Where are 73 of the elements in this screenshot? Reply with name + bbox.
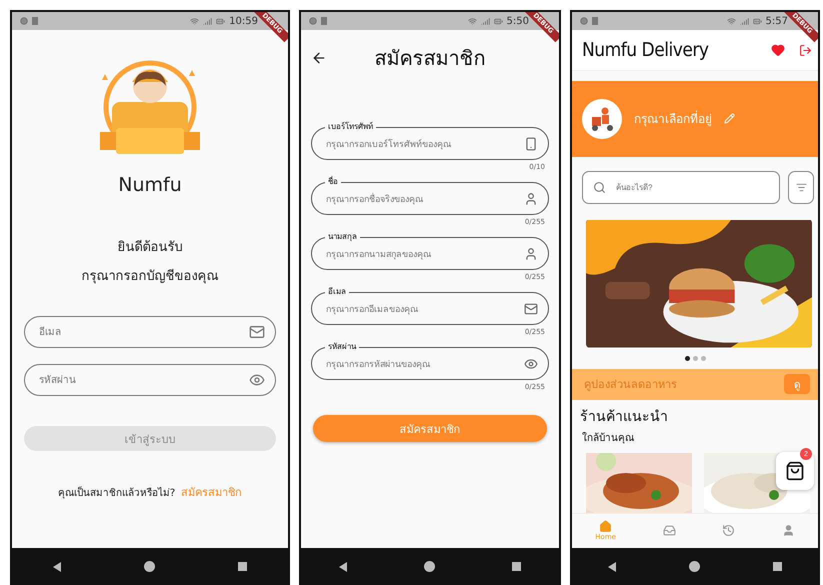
signal-icon	[740, 16, 749, 26]
location-prompt: กรุณาเลือกที่อยู่	[634, 110, 712, 128]
carousel-dot[interactable]	[684, 356, 690, 362]
text-input[interactable]: ค้นอะไรดี?	[614, 182, 769, 193]
nav-item[interactable]	[782, 524, 795, 538]
eye-icon[interactable]	[524, 356, 538, 370]
mail-icon	[249, 324, 265, 340]
text-input[interactable]: กรุณากรอกชื่อจริงของคุณ	[324, 192, 524, 204]
history-icon	[722, 524, 736, 538]
input-field[interactable]: อีเมล	[24, 316, 276, 348]
text-input[interactable]: กรุณากรอกนามสกุลของคุณ	[324, 248, 524, 260]
recents-icon[interactable]	[238, 562, 247, 571]
person-icon	[524, 192, 538, 206]
home-icon[interactable]	[688, 561, 700, 572]
nav-item[interactable]	[662, 524, 676, 538]
sd-card-icon	[592, 17, 598, 25]
signup-link[interactable]: สมัครสมาชิก	[181, 483, 242, 501]
recents-icon[interactable]	[772, 562, 782, 571]
recents-icon[interactable]	[512, 562, 521, 571]
notification-icon	[20, 17, 28, 25]
wifi-icon	[726, 16, 736, 26]
wifi-icon	[190, 16, 200, 26]
filter-icon	[796, 182, 806, 193]
signup-prompt: คุณเป็นสมาชิกแล้วหรือไม่?	[58, 485, 176, 500]
home-icon[interactable]	[424, 561, 435, 572]
text-input[interactable]: อีเมล	[37, 326, 249, 338]
input-field[interactable]: รหัสผ่าน	[24, 364, 276, 396]
search-field[interactable]: ค้นอะไรดี?	[582, 170, 780, 204]
nav-item[interactable]	[722, 524, 736, 538]
text-input[interactable]: กรุณากรอกรหัสผ่านของคุณ	[324, 358, 524, 370]
home-icon	[599, 520, 612, 534]
back-icon[interactable]	[53, 562, 62, 572]
text-input[interactable]: กรุณากรอกเบอร์โทรศัพท์ของคุณ	[324, 138, 524, 150]
mail-icon	[524, 302, 538, 316]
wifi-icon	[468, 16, 477, 26]
back-arrow-icon[interactable]	[311, 50, 327, 66]
logout-icon[interactable]	[799, 44, 812, 57]
phone-icon	[524, 136, 538, 150]
app-name: Numfu	[118, 174, 182, 196]
notification-icon	[309, 17, 317, 25]
heart-icon[interactable]	[771, 43, 785, 58]
sd-card-icon	[321, 17, 327, 25]
welcome-text: ยินดีต้อนรับ	[118, 238, 182, 257]
carousel-dot[interactable]	[692, 356, 698, 362]
sd-card-icon	[32, 17, 38, 25]
eye-icon[interactable]	[249, 372, 265, 388]
prompt-text: กรุณากรอกบัญชีของคุณ	[82, 268, 218, 286]
shopping-bag-icon	[785, 461, 805, 481]
search-icon	[593, 180, 606, 194]
back-icon[interactable]	[339, 562, 348, 572]
coupon-label: คูปองส่วนลดอาหาร	[584, 377, 678, 394]
view-button[interactable]: ดู	[784, 374, 810, 394]
home-icon[interactable]	[144, 561, 155, 572]
battery-icon	[494, 16, 503, 26]
section-subtitle: ใกล้บ้านคุณ	[582, 431, 635, 445]
text-input[interactable]: กรุณากรอกอีเมลของคุณ	[324, 302, 524, 314]
carousel-dot[interactable]	[700, 356, 706, 362]
battery-icon	[216, 16, 226, 26]
signal-icon	[480, 16, 490, 26]
filter-button[interactable]	[788, 170, 814, 204]
inbox-icon	[662, 524, 676, 538]
text-input[interactable]: รหัสผ่าน	[37, 374, 249, 386]
notification-icon	[580, 17, 588, 25]
section-title: ร้านค้าแนะนำ	[580, 408, 669, 427]
person-icon	[524, 246, 538, 260]
battery-icon	[752, 16, 762, 26]
signal-icon	[203, 16, 212, 26]
app-title: Numfu Delivery	[582, 39, 710, 62]
register-button[interactable]: สมัครสมาชิก	[313, 415, 547, 442]
back-icon[interactable]	[608, 562, 616, 572]
location-banner[interactable]: กรุณาเลือกที่อยู่	[572, 81, 818, 157]
person-icon	[782, 524, 795, 538]
page-title: สมัครสมาชิก	[374, 45, 486, 72]
